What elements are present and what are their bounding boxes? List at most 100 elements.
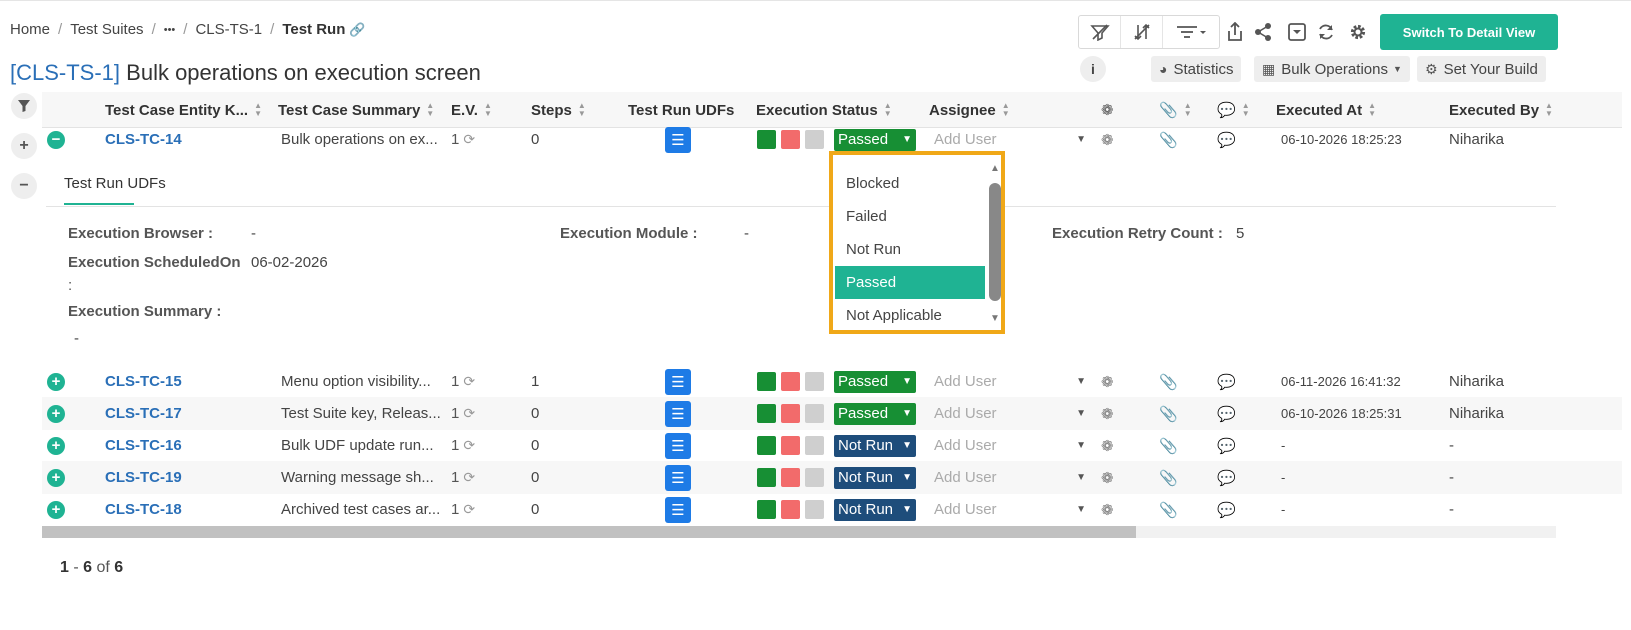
chevron-down-icon[interactable]: ▼ (1076, 440, 1086, 451)
status-option-blocked[interactable]: Blocked (835, 167, 985, 200)
chevron-down-icon[interactable]: ▼ (1076, 408, 1086, 419)
settings-button[interactable] (1345, 19, 1371, 45)
collapse-row-icon[interactable]: − (47, 130, 65, 149)
quick-not-run-button[interactable] (805, 372, 824, 391)
tab-test-run-udfs[interactable]: Test Run UDFs (64, 175, 166, 192)
dropdown-scrollbar[interactable] (989, 183, 1001, 301)
quick-pass-button[interactable] (757, 372, 776, 391)
scroll-up-arrow-icon[interactable]: ▲ (990, 163, 1000, 174)
udf-list-icon[interactable]: ☰ (665, 496, 691, 523)
filter-menu-button[interactable] (1163, 16, 1219, 48)
execution-status-select[interactable]: Passed ▼ (834, 370, 916, 393)
status-option-failed[interactable]: Failed (835, 200, 985, 233)
paperclip-icon[interactable]: 📎 (1159, 437, 1178, 455)
quick-not-run-button[interactable] (805, 436, 824, 455)
chevron-down-icon[interactable]: ▼ (1076, 376, 1086, 387)
bug-icon[interactable]: ❁ (1101, 131, 1114, 149)
collapse-all-button[interactable]: − (11, 173, 37, 199)
sync-icon[interactable]: ⟳ (463, 501, 475, 518)
bug-icon[interactable]: ❁ (1101, 405, 1114, 423)
test-case-key-link[interactable]: CLS-TC-16 (105, 437, 182, 454)
quick-pass-button[interactable] (757, 500, 776, 519)
clear-sort-button[interactable] (1121, 16, 1163, 48)
assignee-input[interactable]: Add User (934, 469, 997, 486)
breadcrumb-ellipsis[interactable]: ••• (164, 24, 176, 36)
breadcrumb-suite[interactable]: CLS-TS-1 (195, 21, 262, 38)
chevron-down-icon[interactable]: ▼ (1076, 504, 1086, 515)
udf-list-icon[interactable]: ☰ (665, 464, 691, 491)
execution-status-select[interactable]: Not Run ▼ (834, 434, 916, 457)
horizontal-scrollbar-thumb[interactable] (42, 526, 1136, 538)
filter-side-button[interactable] (11, 93, 37, 119)
sync-icon[interactable]: ⟳ (463, 373, 475, 390)
quick-not-run-button[interactable] (805, 468, 824, 487)
switch-to-detail-view-button[interactable]: Switch To Detail View (1380, 14, 1558, 50)
sync-icon[interactable]: ⟳ (463, 469, 475, 486)
status-option-not-run[interactable]: Not Run (835, 233, 985, 266)
sync-icon[interactable]: ⟳ (463, 437, 475, 454)
comments-icon[interactable]: 💬 (1217, 373, 1236, 391)
refresh-button[interactable] (1313, 19, 1339, 45)
comments-icon[interactable]: 💬 (1217, 437, 1236, 455)
comments-icon[interactable]: 💬 (1217, 131, 1236, 149)
bulk-operations-button[interactable]: ▦ Bulk Operations ▼ (1254, 56, 1410, 82)
expand-row-icon[interactable]: + (47, 404, 65, 423)
quick-not-run-button[interactable] (805, 404, 824, 423)
test-case-key-link[interactable]: CLS-TC-17 (105, 405, 182, 422)
paperclip-icon[interactable]: 📎 (1159, 469, 1178, 487)
execution-status-select[interactable]: Passed ▼ (834, 402, 916, 425)
quick-fail-button[interactable] (781, 436, 800, 455)
sync-icon[interactable]: ⟳ (463, 405, 475, 422)
expand-row-icon[interactable]: + (47, 468, 65, 487)
bug-icon[interactable]: ❁ (1101, 469, 1114, 487)
quick-fail-button[interactable] (781, 372, 800, 391)
chevron-down-icon[interactable]: ▼ (1076, 472, 1086, 483)
quick-not-run-button[interactable] (805, 130, 824, 149)
test-case-key-link[interactable]: CLS-TC-15 (105, 373, 182, 390)
quick-not-run-button[interactable] (805, 500, 824, 519)
execution-status-select[interactable]: Not Run ▼ (834, 466, 916, 489)
status-option-passed[interactable]: Passed (835, 266, 985, 299)
quick-fail-button[interactable] (781, 130, 800, 149)
quick-fail-button[interactable] (781, 468, 800, 487)
collapse-button[interactable] (1284, 19, 1310, 45)
comments-icon[interactable]: 💬 (1217, 469, 1236, 487)
expand-all-button[interactable]: + (11, 133, 37, 159)
breadcrumb-home[interactable]: Home (10, 21, 50, 38)
horizontal-scrollbar[interactable] (42, 526, 1556, 538)
bug-icon[interactable]: ❁ (1101, 437, 1114, 455)
test-case-key-link[interactable]: CLS-TC-18 (105, 501, 182, 518)
breadcrumb-test-suites[interactable]: Test Suites (70, 21, 143, 38)
comments-icon[interactable]: 💬 (1217, 405, 1236, 423)
share-button[interactable] (1250, 19, 1276, 45)
paperclip-icon[interactable]: 📎 (1159, 405, 1178, 423)
link-icon[interactable]: 🔗 (349, 22, 365, 38)
comments-icon[interactable]: 💬 (1217, 501, 1236, 519)
info-button[interactable]: i (1080, 56, 1106, 82)
assignee-input[interactable]: Add User (934, 131, 997, 148)
test-case-key-link[interactable]: CLS-TC-14 (105, 131, 182, 148)
quick-fail-button[interactable] (781, 404, 800, 423)
execution-status-select[interactable]: Passed ▼ (834, 128, 916, 151)
udf-list-icon[interactable]: ☰ (665, 368, 691, 395)
clear-filter-button[interactable] (1079, 16, 1121, 48)
quick-fail-button[interactable] (781, 500, 800, 519)
udf-list-icon[interactable]: ☰ (665, 432, 691, 459)
quick-pass-button[interactable] (757, 404, 776, 423)
udf-list-icon[interactable]: ☰ (665, 400, 691, 427)
execution-status-select[interactable]: Not Run ▼ (834, 498, 916, 521)
bug-icon[interactable]: ❁ (1101, 501, 1114, 519)
bug-icon[interactable]: ❁ (1101, 373, 1114, 391)
scroll-down-arrow-icon[interactable]: ▼ (990, 313, 1000, 324)
expand-row-icon[interactable]: + (47, 436, 65, 455)
sync-icon[interactable]: ⟳ (463, 131, 475, 148)
paperclip-icon[interactable]: 📎 (1159, 501, 1178, 519)
assignee-input[interactable]: Add User (934, 405, 997, 422)
statistics-button[interactable]: ◕ Statistics (1151, 56, 1242, 82)
paperclip-icon[interactable]: 📎 (1159, 373, 1178, 391)
paperclip-icon[interactable]: 📎 (1159, 131, 1178, 149)
assignee-input[interactable]: Add User (934, 501, 997, 518)
chevron-down-icon[interactable]: ▼ (1076, 134, 1086, 145)
assignee-input[interactable]: Add User (934, 437, 997, 454)
test-case-key-link[interactable]: CLS-TC-19 (105, 469, 182, 486)
